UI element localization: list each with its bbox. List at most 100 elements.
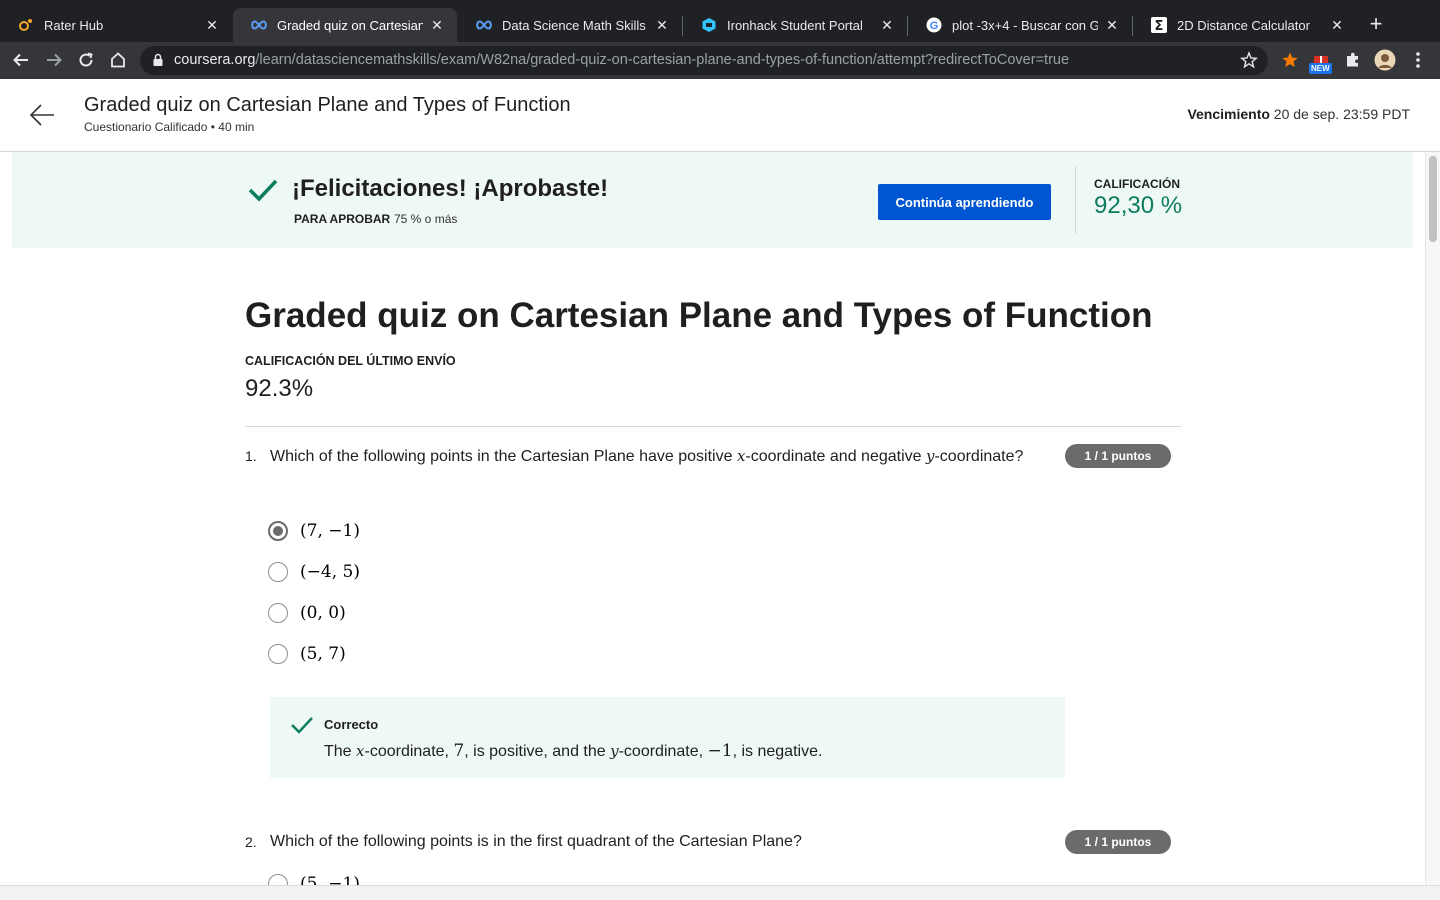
radio-button[interactable]: [268, 562, 288, 582]
rater-hub-favicon-icon: [18, 17, 34, 33]
question-number: 2.: [245, 834, 257, 850]
tab-graded-quiz[interactable]: Graded quiz on Cartesian Pl ✕: [233, 8, 457, 42]
checkmark-icon: [248, 179, 278, 202]
math-variable: y: [610, 742, 619, 760]
radio-button-selected[interactable]: [268, 521, 288, 541]
due-label: Vencimiento: [1187, 106, 1270, 122]
congrats-title: ¡Felicitaciones! ¡Aprobaste!: [292, 175, 609, 202]
back-arrow-icon[interactable]: [28, 101, 56, 129]
new-badge: NEW: [1309, 63, 1332, 74]
extensions-button[interactable]: [1341, 48, 1365, 72]
grade-label: CALIFICACIÓN: [1094, 177, 1180, 191]
option-label: (5, 7): [300, 644, 346, 664]
tab-title: Graded quiz on Cartesian Pl: [277, 17, 423, 33]
due-date: Vencimiento 20 de sep. 23:59 PDT: [1187, 106, 1410, 122]
question-number: 1.: [245, 448, 257, 464]
question-text-part: -coordinate and negative: [745, 448, 926, 465]
avatar-icon: [1374, 49, 1396, 71]
browser-toolbar: coursera.org/learn/datasciencemathskills…: [0, 42, 1440, 79]
bookmark-star-icon[interactable]: [1240, 51, 1258, 69]
browser-menu-button[interactable]: [1406, 48, 1430, 72]
svg-text:Σ: Σ: [1155, 19, 1164, 33]
close-tab-icon[interactable]: ✕: [879, 17, 895, 34]
radio-button[interactable]: [268, 603, 288, 623]
option-label: (0, 0): [300, 603, 346, 623]
radio-button[interactable]: [268, 644, 288, 664]
answer-option[interactable]: (7, −1): [268, 519, 360, 543]
page-scrollbar[interactable]: [1425, 152, 1440, 885]
address-bar[interactable]: coursera.org/learn/datasciencemathskills…: [140, 46, 1268, 75]
question-text: Which of the following points in the Car…: [270, 447, 1023, 466]
lock-icon: [153, 53, 163, 66]
new-tab-button[interactable]: +: [1364, 12, 1388, 36]
grade-value: 92,30 %: [1094, 192, 1183, 219]
result-banner: ¡Felicitaciones! ¡Aprobaste! PARA APROBA…: [12, 152, 1413, 248]
extension-star-button[interactable]: [1278, 48, 1302, 72]
reload-button[interactable]: [74, 48, 98, 72]
back-arrow-icon: [13, 53, 28, 67]
close-tab-icon[interactable]: ✕: [429, 17, 445, 34]
tab-title: plot -3x+4 - Buscar con Goo: [952, 17, 1098, 33]
home-button[interactable]: [106, 48, 130, 72]
answer-option[interactable]: (−4, 5): [268, 560, 360, 584]
points-badge: 1 / 1 puntos: [1065, 830, 1171, 854]
continue-learning-button[interactable]: Continúa aprendiendo: [878, 184, 1051, 220]
answer-option[interactable]: (5, 7): [268, 642, 346, 666]
tab-ironhack[interactable]: Ironhack Student Portal ✕: [683, 8, 907, 42]
url-host: coursera.org: [174, 52, 256, 68]
horizontal-scroll-area: [0, 885, 1440, 900]
option-label: (7, −1): [300, 521, 360, 541]
close-tab-icon[interactable]: ✕: [1104, 17, 1120, 34]
puzzle-icon: [1347, 52, 1358, 67]
feedback-box: Correcto The x-coordinate, 7, is positiv…: [270, 697, 1065, 778]
reload-icon: [79, 52, 93, 67]
coursera-favicon-icon: [251, 17, 267, 33]
close-tab-icon[interactable]: ✕: [1329, 17, 1345, 34]
forward-button[interactable]: [42, 48, 66, 72]
page-header: Graded quiz on Cartesian Plane and Types…: [0, 79, 1440, 152]
math-number: −1: [707, 741, 733, 761]
feedback-text-part: -coordinate,: [364, 743, 454, 760]
checkmark-icon: [291, 717, 313, 734]
tab-title: Ironhack Student Portal: [727, 17, 863, 33]
coursera-favicon-icon: [476, 17, 492, 33]
close-tab-icon[interactable]: ✕: [204, 17, 220, 34]
tab-rater-hub[interactable]: Rater Hub ✕: [0, 8, 232, 42]
option-label: (−4, 5): [300, 562, 360, 582]
last-submission-label: CALIFICACIÓN DEL ÚLTIMO ENVÍO: [245, 354, 456, 368]
close-tab-icon[interactable]: ✕: [654, 17, 670, 34]
tab-title: 2D Distance Calculator: [1177, 17, 1310, 33]
pass-value: 75 % o más: [394, 212, 458, 226]
pass-label: PARA APROBAR: [294, 212, 391, 226]
answer-option[interactable]: (0, 0): [268, 601, 346, 625]
scrollbar-thumb[interactable]: [1429, 156, 1437, 242]
feedback-text-part: , is negative.: [732, 743, 823, 760]
question-text-part: Which of the following points in the Car…: [270, 448, 737, 465]
banner-divider: [1075, 166, 1076, 234]
sigma-favicon-icon: Σ: [1151, 17, 1167, 33]
profile-button[interactable]: [1373, 48, 1397, 72]
due-value: 20 de sep. 23:59 PDT: [1273, 106, 1410, 122]
tab-title: Rater Hub: [44, 17, 104, 33]
url-path: /learn/datasciencemathskills/exam/W82na/…: [255, 52, 1070, 68]
feedback-title: Correcto: [324, 717, 379, 732]
page-subtitle: Cuestionario Calificado • 40 min: [84, 120, 255, 134]
svg-text:G: G: [930, 20, 939, 32]
google-favicon-icon: G: [926, 17, 942, 33]
browser-tab-bar: Rater Hub ✕ Graded quiz on Cartesian Pl …: [0, 0, 1440, 42]
tab-distance-calculator[interactable]: Σ 2D Distance Calculator ✕: [1133, 8, 1357, 42]
math-number: 7: [453, 741, 465, 761]
feedback-text-part: , is positive, and the: [464, 743, 611, 760]
forward-arrow-icon: [47, 53, 62, 67]
feedback-text-part: The: [324, 743, 357, 760]
quiz-title: Graded quiz on Cartesian Plane and Types…: [245, 296, 1153, 335]
question-text: Which of the following points is in the …: [270, 833, 802, 850]
question-text-part: -coordinate?: [934, 448, 1024, 465]
orange-star-icon: [1282, 52, 1298, 67]
tab-google-search[interactable]: G plot -3x+4 - Buscar con Goo ✕: [908, 8, 1132, 42]
url-text: coursera.org/learn/datasciencemathskills…: [174, 52, 1069, 68]
tab-data-science-math[interactable]: Data Science Math Skills - In ✕: [458, 8, 682, 42]
feedback-text: The x-coordinate, 7, is positive, and th…: [324, 741, 822, 761]
feedback-text-part: -coordinate,: [618, 743, 708, 760]
back-button[interactable]: [9, 48, 33, 72]
